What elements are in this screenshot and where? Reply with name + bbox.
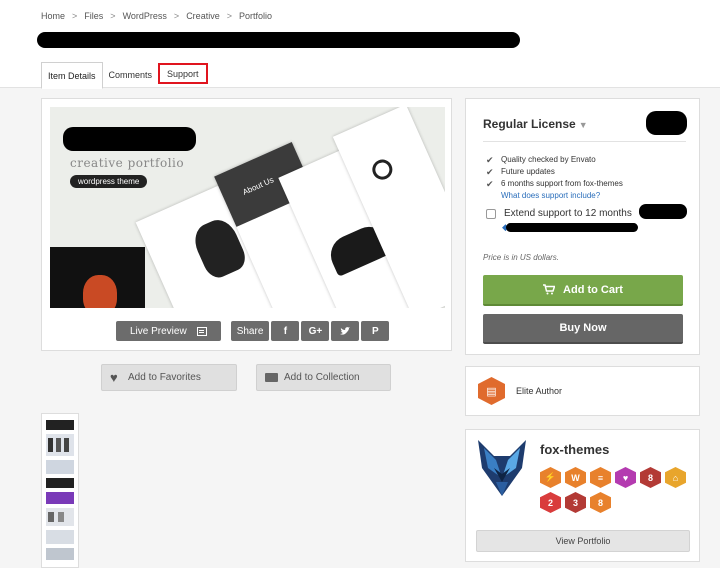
elite-author-label: Elite Author: [516, 386, 563, 396]
price-redacted: [646, 111, 687, 135]
check-icon: ✔: [486, 167, 494, 177]
divider: [483, 141, 686, 142]
add-to-collection-button[interactable]: Add to Collection: [256, 364, 391, 391]
pinterest-share-button[interactable]: P: [361, 321, 390, 341]
license-label: Regular License: [483, 117, 576, 131]
support-info-link[interactable]: What does support include?: [501, 190, 600, 202]
preview-tagline: creative portfolio: [70, 156, 185, 170]
preview-card: About Us creative portfolio wordpress th…: [41, 98, 452, 351]
link-icon: 2: [540, 492, 561, 513]
live-preview-label: Live Preview: [130, 325, 187, 337]
breadcrumb-wordpress[interactable]: WordPress: [123, 11, 167, 21]
feature-item: Quality checked by Envato: [501, 155, 596, 164]
breadcrumb-portfolio[interactable]: Portfolio: [239, 11, 272, 21]
screenshot-thumbnail[interactable]: [41, 413, 79, 568]
breadcrumb-files[interactable]: Files: [84, 11, 103, 21]
cart-label: Add to Cart: [563, 283, 623, 296]
preview-actions: Live Preview Share f G+ P: [116, 321, 390, 341]
folder-icon: [265, 373, 278, 382]
heart-badge-icon: ♥: [615, 467, 636, 488]
tab-comments[interactable]: Comments: [103, 62, 159, 89]
twitter-icon: [340, 326, 351, 335]
extend-price-redacted: [639, 204, 687, 219]
bear-illustration: [83, 275, 117, 308]
add-to-cart-button[interactable]: Add to Cart: [483, 275, 683, 306]
add-to-favorites-button[interactable]: ♥ Add to Favorites: [101, 364, 237, 391]
purchase-panel: Regular License ▼ ✔ Quality checked by Env…: [465, 98, 700, 355]
author-badges: ⚡ W ≡ ♥ 8 ⌂ 2 3 8: [540, 467, 686, 513]
tab-support[interactable]: Support: [158, 63, 208, 84]
fox-avatar[interactable]: [474, 438, 530, 498]
extend-support-checkbox[interactable]: [486, 208, 496, 219]
theme-name-redacted: [63, 127, 196, 151]
tab-item-details[interactable]: Item Details: [41, 62, 103, 89]
stack-icon: ≡: [590, 467, 611, 488]
cart-icon: [543, 284, 556, 295]
item-tabs: Item Details Comments Support: [41, 62, 208, 89]
elite-author-panel: ▤ Elite Author: [465, 366, 700, 416]
breadcrumb-home[interactable]: Home: [41, 11, 65, 21]
caret-down-icon: ▼: [578, 120, 588, 130]
preview-image[interactable]: About Us creative portfolio wordpress th…: [50, 107, 445, 308]
check-icon: ✔: [486, 179, 494, 189]
award-icon: 8: [590, 492, 611, 513]
collection-label: Add to Collection: [284, 372, 360, 383]
bolt-icon: ⚡: [540, 467, 561, 488]
share-group: Share f G+ P: [230, 321, 390, 341]
rocket-icon: W: [565, 467, 586, 488]
breadcrumb-creative[interactable]: Creative: [186, 11, 220, 21]
promo-text-redacted: [506, 223, 638, 232]
thumbnail-preview: [44, 416, 76, 564]
paw-icon: 8: [640, 467, 661, 488]
dots-icon: 3: [565, 492, 586, 513]
preview-chip: wordpress theme: [70, 175, 148, 188]
live-preview-button[interactable]: Live Preview: [116, 321, 221, 341]
license-selector[interactable]: Regular License ▼: [483, 117, 588, 131]
extend-support-label: Extend support to 12 months: [504, 208, 632, 219]
author-panel: fox-themes ⚡ W ≡ ♥ 8 ⌂ 2 3 8 View Portfo…: [465, 429, 700, 562]
page-header: Home > Files > WordPress > Creative > Portfo…: [0, 0, 720, 89]
heart-icon: ♥: [110, 369, 118, 385]
item-title-redacted: [37, 32, 520, 48]
share-label: Share: [230, 321, 270, 341]
price-note: Price is in US dollars.: [483, 253, 560, 262]
elite-badge-icon: ▤: [478, 377, 505, 405]
view-portfolio-button[interactable]: View Portfolio: [476, 530, 690, 552]
feature-item: 6 months support from fox-themes: [501, 179, 623, 188]
check-icon: ✔: [486, 155, 494, 165]
breadcrumb: Home > Files > WordPress > Creative > Portfo…: [41, 11, 272, 21]
extend-support-option[interactable]: Extend support to 12 months: [486, 208, 632, 219]
author-name[interactable]: fox-themes: [540, 442, 609, 457]
google-plus-share-button[interactable]: G+: [301, 321, 330, 341]
feature-item: Future updates: [501, 167, 555, 176]
twitter-share-button[interactable]: [331, 321, 360, 341]
license-features: ✔ Quality checked by Envato ✔ Future updat…: [486, 154, 623, 202]
facebook-share-button[interactable]: f: [271, 321, 300, 341]
cart-badge-icon: ⌂: [665, 467, 686, 488]
favorites-label: Add to Favorites: [128, 372, 201, 383]
browser-icon: [196, 326, 207, 336]
buy-now-button[interactable]: Buy Now: [483, 314, 683, 344]
